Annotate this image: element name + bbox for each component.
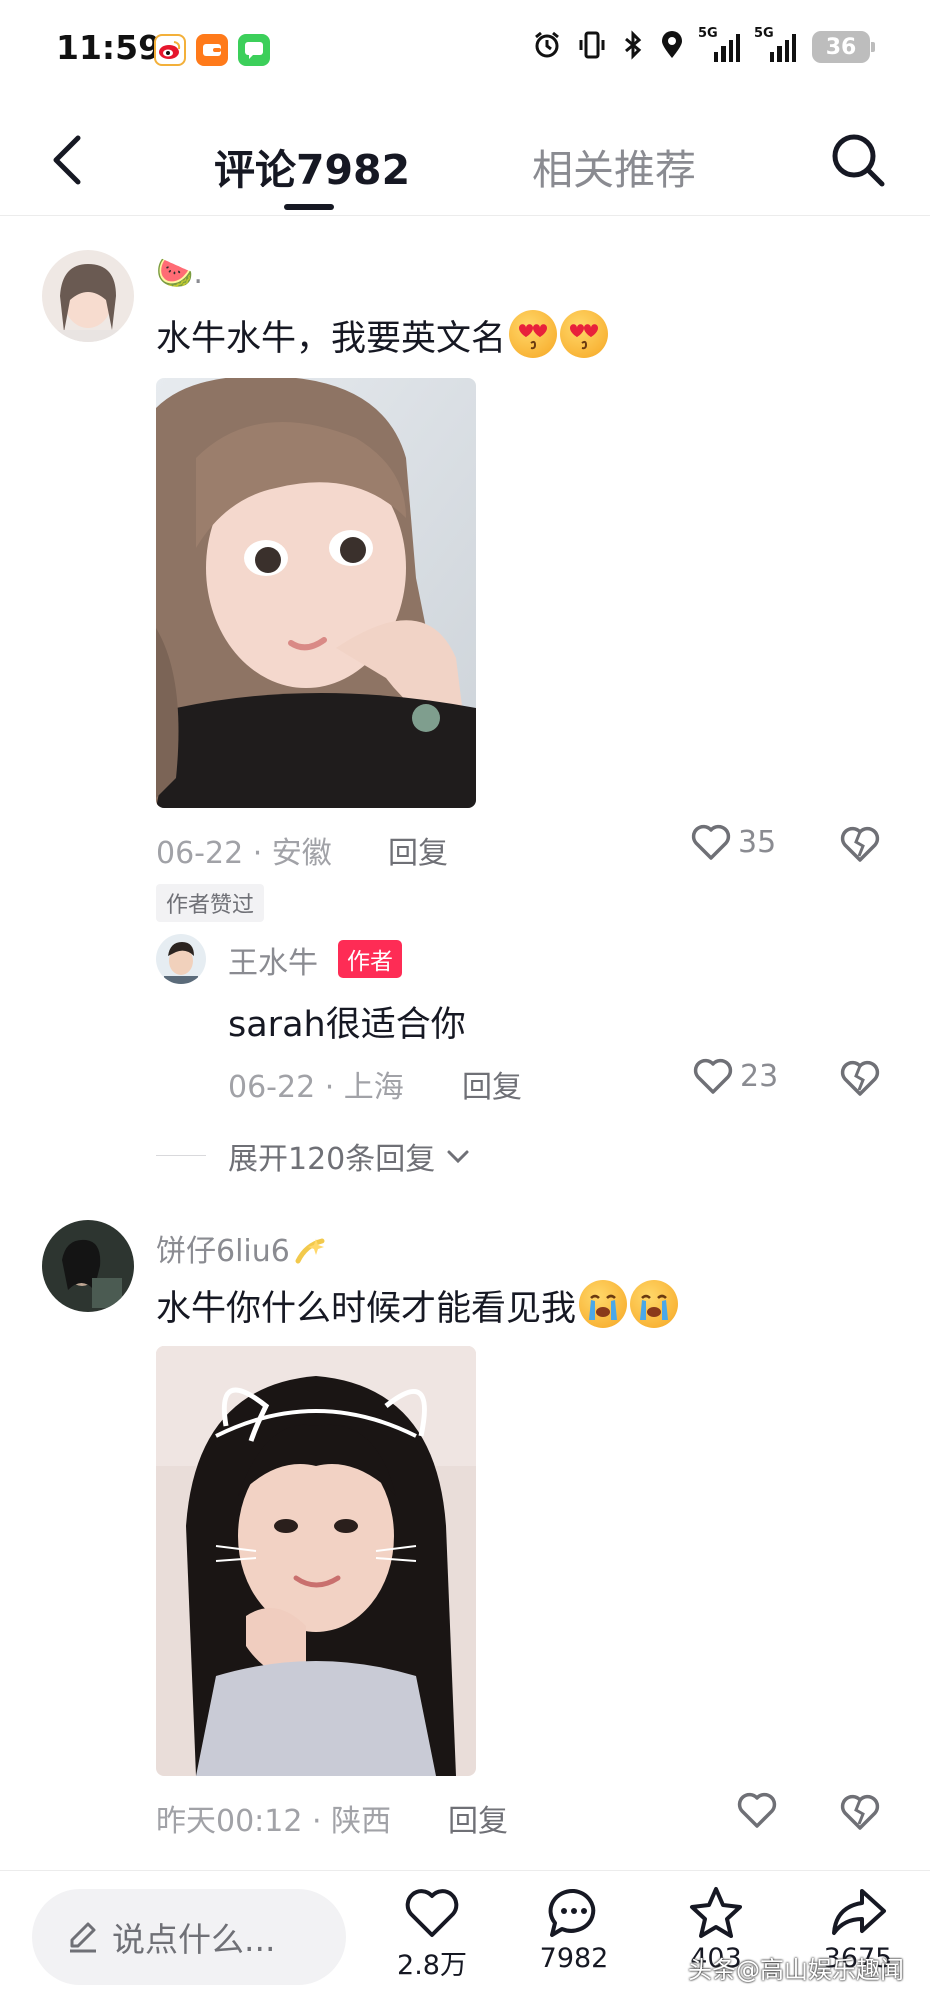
broken-heart-icon bbox=[840, 826, 880, 862]
comments-header: 评论7982 相关推荐 bbox=[0, 100, 930, 216]
tab-comments[interactable]: 评论7982 bbox=[214, 136, 410, 196]
comment-date-location: 06-22 · 安徽 bbox=[156, 836, 332, 871]
avatar[interactable] bbox=[42, 1220, 134, 1312]
reply-username[interactable]: 王水牛 bbox=[228, 938, 318, 982]
status-bar: 11:59 5G 5G 36 bbox=[0, 0, 930, 100]
like-video-button[interactable]: 2.8万 bbox=[372, 1885, 492, 1982]
battery-icon: 36 bbox=[812, 31, 875, 63]
comment-username[interactable]: 🍉. bbox=[156, 256, 203, 291]
heart-eyes-kiss-emoji-icon bbox=[509, 310, 558, 358]
dislike-button[interactable] bbox=[838, 1790, 882, 1834]
share-arrow-icon bbox=[832, 1889, 886, 1935]
broken-heart-icon bbox=[840, 1060, 880, 1096]
comment-bubble-icon bbox=[548, 1888, 596, 1937]
video-like-count: 2.8万 bbox=[397, 1950, 467, 1981]
comment-button[interactable]: 7982 bbox=[514, 1885, 634, 1974]
like-count: 35 bbox=[738, 824, 777, 860]
video-comment-count: 7982 bbox=[539, 1943, 609, 1974]
vibrate-icon bbox=[578, 30, 606, 64]
reply-button[interactable]: 回复 bbox=[448, 1796, 508, 1840]
avatar[interactable] bbox=[42, 250, 134, 342]
message-app-icon bbox=[238, 34, 270, 66]
like-button[interactable] bbox=[736, 1790, 778, 1830]
status-indicators: 5G 5G 36 bbox=[532, 26, 875, 64]
heart-outline-icon bbox=[691, 824, 731, 860]
comment-username-label: 饼仔6liu6 bbox=[156, 1234, 290, 1269]
pencil-icon bbox=[70, 1922, 96, 1953]
reply-avatar[interactable] bbox=[156, 934, 206, 984]
heart-outline-icon bbox=[405, 1889, 459, 1937]
reply-like-count: 23 bbox=[740, 1058, 779, 1094]
reply-button[interactable]: 回复 bbox=[388, 828, 448, 872]
heart-outline-icon bbox=[737, 1792, 777, 1828]
comment-text: 水牛水牛，我要英文名 bbox=[156, 310, 609, 361]
network-type-1: 5G bbox=[698, 26, 718, 41]
comment-date-location: 昨天00:12 · 陕西 bbox=[156, 1804, 392, 1839]
comment-username[interactable]: 饼仔6liu6 bbox=[156, 1226, 328, 1270]
heart-outline-icon bbox=[693, 1058, 733, 1094]
wallet-app-icon bbox=[196, 34, 228, 66]
watermark: 头条@高山娱乐趣闻 bbox=[688, 1956, 904, 1984]
author-liked-tag: 作者赞过 bbox=[156, 884, 265, 922]
crying-face-emoji-icon bbox=[630, 1280, 679, 1328]
reply-button[interactable]: 回复 bbox=[462, 1062, 522, 1106]
chevron-down-icon bbox=[447, 1150, 469, 1164]
expand-divider bbox=[156, 1155, 206, 1156]
author-badge: 作者 bbox=[338, 940, 402, 978]
status-time: 11:59 bbox=[56, 28, 162, 67]
signal-1-icon: 5G bbox=[698, 26, 740, 62]
expand-replies-label: 展开120条回复 bbox=[228, 1142, 436, 1177]
heart-eyes-kiss-emoji-icon bbox=[560, 310, 609, 358]
weibo-icon bbox=[154, 34, 186, 66]
alarm-icon bbox=[532, 30, 562, 64]
comment-text-content: 水牛水牛，我要英文名 bbox=[156, 319, 507, 359]
back-button[interactable] bbox=[44, 130, 96, 190]
expand-replies-button[interactable]: 展开120条回复 bbox=[228, 1134, 471, 1178]
active-tab-indicator bbox=[284, 204, 334, 210]
comment-input-placeholder: 说点什么... bbox=[112, 1920, 276, 1959]
search-icon bbox=[832, 134, 885, 187]
reply-like-button[interactable]: 23 bbox=[692, 1056, 778, 1096]
reply-dislike-button[interactable] bbox=[838, 1056, 882, 1100]
comment-photo[interactable] bbox=[156, 378, 476, 808]
search-button[interactable] bbox=[826, 128, 890, 192]
crying-face-emoji-icon bbox=[579, 1280, 628, 1328]
sparkle-emoji-icon bbox=[295, 1238, 325, 1264]
comment-photo[interactable] bbox=[156, 1346, 476, 1776]
network-type-2: 5G bbox=[754, 26, 774, 41]
comment-text: 水牛你什么时候才能看见我 bbox=[156, 1280, 679, 1331]
reply-date-location: 06-22 · 上海 bbox=[228, 1070, 404, 1105]
dislike-button[interactable] bbox=[838, 822, 882, 866]
tab-related[interactable]: 相关推荐 bbox=[532, 136, 696, 196]
signal-2-icon: 5G bbox=[754, 26, 796, 62]
star-outline-icon bbox=[690, 1887, 742, 1938]
comment-text-content: 水牛你什么时候才能看见我 bbox=[156, 1289, 577, 1329]
comment-input[interactable]: 说点什么... bbox=[32, 1889, 346, 1985]
location-icon bbox=[660, 30, 684, 64]
chevron-left-icon bbox=[53, 135, 81, 185]
broken-heart-icon bbox=[840, 1794, 880, 1830]
like-button[interactable]: 35 bbox=[690, 822, 776, 862]
reply-text: sarah很适合你 bbox=[228, 1005, 466, 1045]
bluetooth-icon bbox=[622, 30, 644, 64]
